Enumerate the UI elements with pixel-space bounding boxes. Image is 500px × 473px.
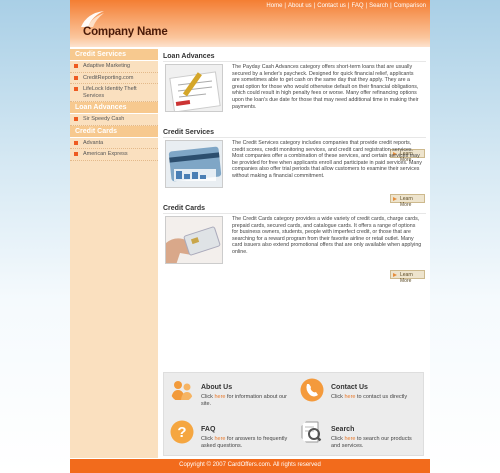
company-name[interactable]: Company Name <box>83 26 168 38</box>
box-title: Search <box>331 426 355 433</box>
search-box[interactable]: Search Click here to search our products… <box>294 415 424 456</box>
box-text: Click here for information about our sit… <box>201 394 287 407</box>
box-text: Click here to contact us directly <box>331 394 408 400</box>
credit-card-hand-image <box>165 216 223 264</box>
box-title: Contact Us <box>331 384 368 391</box>
sidebar-item-label: Advanta <box>83 139 104 146</box>
section-title: Loan Advances <box>163 53 426 62</box>
sidebar-item-creditreporting[interactable]: CreditReporting.com <box>70 73 158 84</box>
header: Home | About us | Contact us | FAQ | Search | Comp… <box>70 0 430 47</box>
learn-more-button[interactable]: Learn More <box>390 270 425 284</box>
info-boxes: About Us Click here for information abou… <box>163 372 424 456</box>
sidebar-item-sir-speedy-cash[interactable]: Sir Speedy Cash <box>70 114 158 126</box>
sidebar-item-adaptive-marketing[interactable]: Adaptive Marketing <box>70 61 158 73</box>
here-link[interactable]: here <box>214 394 225 400</box>
arrow-bullet-icon <box>74 87 78 91</box>
arrow-bullet-icon <box>74 140 78 145</box>
sidebar-item-label: LifeLock Identity Theft Services <box>83 86 137 99</box>
nav-separator: | <box>313 3 316 9</box>
section-text: The Payday Cash Advances category offers… <box>232 64 419 110</box>
box-text: Click here for answers to frequently ask… <box>201 436 288 449</box>
magnifier-icon <box>301 421 324 444</box>
section-title: Credit Cards <box>163 205 426 214</box>
top-nav: Home | About us | Contact us | FAQ | Search | Comp… <box>266 3 426 9</box>
here-link[interactable]: here <box>344 436 355 442</box>
nav-faq[interactable]: FAQ <box>351 3 363 9</box>
nav-contact-us[interactable]: Contact us <box>317 3 346 9</box>
contact-us-box[interactable]: Contact Us Click here to contact us dire… <box>294 373 424 414</box>
nav-about-us[interactable]: About us <box>288 3 312 9</box>
footer: Copyright © 2007 CardOffers.com. All rig… <box>70 459 430 473</box>
here-link[interactable]: here <box>344 394 355 400</box>
sidebar-item-advanta[interactable]: Advanta <box>70 138 158 149</box>
sidebar-heading-credit-services: Credit Services <box>70 49 158 61</box>
nav-home[interactable]: Home <box>266 3 282 9</box>
box-title: About Us <box>201 384 233 391</box>
arrow-bullet-icon <box>74 75 78 80</box>
sidebar-heading-loan-advances: Loan Advances <box>70 102 158 114</box>
sidebar-item-label: CreditReporting.com <box>83 74 134 81</box>
box-title: FAQ <box>201 426 216 433</box>
learn-more-button[interactable]: Learn More <box>390 194 425 208</box>
about-us-box[interactable]: About Us Click here for information abou… <box>164 373 294 414</box>
credit-report-image <box>165 140 223 188</box>
svg-text:?: ? <box>177 424 186 441</box>
section-title: Credit Services <box>163 129 426 138</box>
nav-separator: | <box>365 3 368 9</box>
phone-icon <box>300 378 324 402</box>
arrow-bullet-icon <box>74 152 78 156</box>
section-credit-services: Credit Services The Credit Services cate… <box>163 129 426 208</box>
page-container: Home | About us | Contact us | FAQ | Search | Comp… <box>70 0 430 473</box>
sidebar: Credit Services Adaptive Marketing Credi… <box>70 49 158 458</box>
nav-separator: | <box>347 3 350 9</box>
arrow-bullet-icon <box>74 64 78 68</box>
people-icon <box>171 381 193 400</box>
nav-separator: | <box>390 3 392 9</box>
section-text: The Credit Cards category provides a wid… <box>232 216 422 255</box>
sidebar-item-label: Sir Speedy Cash <box>83 116 125 122</box>
loan-document-image <box>165 64 223 112</box>
section-credit-cards: Credit Cards The Credit Cards category p… <box>163 205 426 284</box>
box-text: Click here to search our products and se… <box>331 436 412 449</box>
nav-separator: | <box>284 3 286 9</box>
nav-search[interactable]: Search <box>369 3 388 9</box>
sidebar-item-lifelock[interactable]: LifeLock Identity Theft Services <box>70 84 158 102</box>
sidebar-item-label: Adaptive Marketing <box>83 63 131 69</box>
here-link[interactable]: here <box>214 436 225 442</box>
faq-box[interactable]: ? FAQ Click here for answers to frequent… <box>164 415 294 456</box>
sidebar-item-american-express[interactable]: American Express <box>70 149 158 161</box>
section-text: The Credit Services category includes co… <box>232 140 422 179</box>
nav-comparison[interactable]: Comparison <box>394 3 426 9</box>
arrow-bullet-icon <box>74 117 78 121</box>
sidebar-heading-credit-cards: Credit Cards <box>70 125 158 138</box>
sidebar-item-label: American Express <box>83 151 128 157</box>
question-icon: ? <box>170 420 194 444</box>
